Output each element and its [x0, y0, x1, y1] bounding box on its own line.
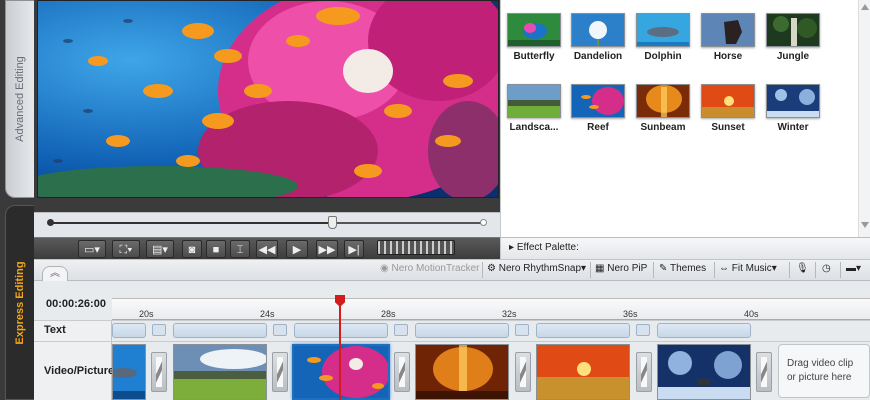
video-clip-sunbeam[interactable] [415, 344, 509, 400]
track-divider [34, 320, 870, 321]
horse-thumbnail[interactable] [701, 13, 755, 47]
ruler-tick-label: 20s [139, 309, 154, 319]
themes-button[interactable]: ✎ Themes [659, 263, 706, 274]
ruler-tick-label: 24s [260, 309, 275, 319]
toolbar-separator [590, 262, 591, 278]
ruler-tick-label: 36s [623, 309, 638, 319]
video-clip-winter[interactable] [657, 344, 751, 400]
theme-label: Reef [587, 122, 609, 133]
text-segment[interactable] [536, 323, 630, 338]
dolphin-thumbnail[interactable] [636, 13, 690, 47]
text-segment[interactable] [657, 323, 751, 338]
scrubber-handle[interactable] [327, 216, 337, 229]
clapper-icon[interactable]: ▬▾ [846, 263, 861, 274]
tab-express-editing[interactable]: Express Editing [5, 205, 34, 400]
butterfly-thumbnail[interactable] [507, 13, 561, 47]
scrubber-bar [34, 212, 500, 237]
playhead-line[interactable] [339, 297, 341, 400]
timer-icon[interactable]: ◷ [822, 263, 831, 274]
ruler-tick-label: 32s [502, 309, 517, 319]
theme-label: Sunset [711, 122, 745, 133]
scrubber-progress [52, 222, 333, 224]
next-frame-icon[interactable]: ▶▶ [316, 240, 338, 258]
winter-thumbnail[interactable] [766, 84, 820, 118]
sunbeam-thumbnail[interactable] [636, 84, 690, 118]
volume-slider[interactable] [377, 240, 455, 255]
microphone-icon[interactable]: 🎙 [796, 263, 809, 274]
scrubber-end-marker [480, 219, 487, 226]
timecode-display: 00:00:26:00 [46, 298, 106, 310]
effect-palette-bar[interactable]: ▸ Effect Palette: [500, 237, 870, 259]
dandelion-thumbnail[interactable] [571, 13, 625, 47]
split-icon[interactable]: ⌶ [230, 240, 250, 258]
text-transition[interactable] [515, 324, 529, 336]
theme-label: Sunbeam [640, 122, 686, 133]
text-segment[interactable] [294, 323, 388, 338]
video-clip-reef-selected[interactable] [292, 344, 390, 400]
library-scrollbar[interactable] [858, 0, 870, 237]
video-transition[interactable] [756, 352, 772, 392]
video-clip-sunset[interactable] [536, 344, 630, 400]
text-segment[interactable] [173, 323, 267, 338]
video-clip-dolphin[interactable] [112, 344, 146, 400]
toolbar-separator [840, 262, 841, 278]
text-transition[interactable] [636, 324, 650, 336]
previous-frame-icon[interactable]: ◀◀ [256, 240, 278, 258]
drop-zone[interactable]: Drag video clip or picture here [778, 344, 870, 398]
toolbar-separator [653, 262, 654, 278]
display-mode-icon[interactable]: ▭▾ [78, 240, 106, 258]
text-transition[interactable] [394, 324, 408, 336]
snapshot-icon[interactable]: ◙ [182, 240, 202, 258]
text-segment[interactable] [112, 323, 146, 338]
tab-express-label: Express Editing [14, 260, 26, 345]
stop-icon[interactable]: ■ [206, 240, 226, 258]
toolbar-separator [789, 262, 790, 278]
tab-advanced-label: Advanced Editing [14, 56, 26, 142]
rhythm-snap-button[interactable]: ⚙ Nero RhythmSnap▾ [487, 263, 586, 274]
motion-tracker-button[interactable]: ◉ Nero MotionTracker [380, 263, 480, 274]
text-transition[interactable] [152, 324, 166, 336]
pip-button[interactable]: ▦ Nero PiP [595, 263, 647, 274]
fit-music-button[interactable]: ⇔ Fit Music▾ [719, 263, 777, 274]
video-track-label: Video/Picture [44, 365, 115, 377]
toolbar-separator [815, 262, 816, 278]
tab-advanced-editing[interactable]: Advanced Editing [5, 0, 34, 198]
play-icon[interactable]: ▶ [286, 240, 308, 258]
scroll-down-icon[interactable] [861, 222, 869, 228]
scroll-up-icon[interactable] [861, 4, 869, 10]
video-transition[interactable] [636, 352, 652, 392]
go-to-end-icon[interactable]: ▶| [344, 240, 364, 258]
jungle-thumbnail[interactable] [766, 13, 820, 47]
effect-palette-label: ▸ Effect Palette: [509, 242, 579, 253]
text-transition[interactable] [273, 324, 287, 336]
video-transition[interactable] [151, 352, 167, 392]
theme-label: Landsca... [509, 122, 559, 133]
toolbar-separator [714, 262, 715, 278]
theme-label: Butterfly [513, 51, 555, 62]
landscape-thumbnail[interactable] [507, 84, 561, 118]
theme-label: Winter [777, 122, 809, 133]
reef-thumbnail[interactable] [571, 84, 625, 118]
video-transition[interactable] [272, 352, 288, 392]
video-clip-landscape[interactable] [173, 344, 267, 400]
theme-label: Dolphin [644, 51, 682, 62]
text-track-label: Text [44, 324, 66, 336]
video-transition[interactable] [515, 352, 531, 392]
toolbar-separator [482, 262, 483, 278]
video-transition[interactable] [394, 352, 410, 392]
scrubber-start-marker [47, 219, 54, 226]
collapse-icon[interactable]: ︽ [42, 266, 68, 282]
preview-video [37, 0, 499, 198]
text-segment[interactable] [415, 323, 509, 338]
theme-label: Dandelion [573, 51, 623, 62]
track-divider [34, 341, 870, 342]
theme-label: Jungle [776, 51, 810, 62]
sunset-thumbnail[interactable] [701, 84, 755, 118]
aspect-ratio-icon[interactable]: ▤▾ [146, 240, 174, 258]
ruler-tick-label: 40s [744, 309, 759, 319]
ruler-tick-label: 28s [381, 309, 396, 319]
theme-label: Horse [713, 51, 743, 62]
fullscreen-icon[interactable]: ⛶▾ [112, 240, 140, 258]
